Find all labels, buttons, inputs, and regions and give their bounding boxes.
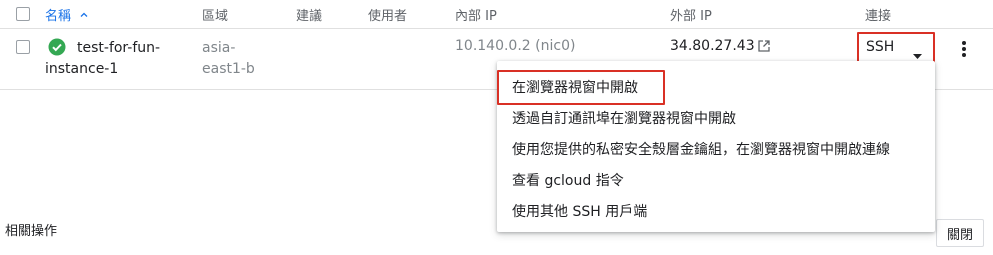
instance-name-link[interactable]: test-for-fun- instance-1 [45, 38, 160, 80]
instance-name-line2: instance-1 [45, 61, 119, 77]
related-actions-label: 相關操作 [5, 224, 58, 239]
menu-item-open-custom-port[interactable]: 透過自訂通訊埠在瀏覽器視窗中開啟 [512, 108, 736, 128]
column-header-name-label: 名稱 [45, 9, 72, 24]
ssh-connect-button[interactable]: SSH [860, 35, 930, 61]
close-button[interactable]: 關閉 [936, 219, 984, 247]
select-all-checkbox[interactable] [16, 7, 30, 21]
menu-item-view-gcloud-command[interactable]: 查看 gcloud 指令 [512, 170, 624, 190]
column-header-internal-ip[interactable]: 內部 IP [455, 5, 497, 24]
header-divider [0, 28, 993, 29]
ssh-button-label: SSH [866, 39, 895, 55]
ssh-options-menu: 在瀏覽器視窗中開啟 透過自訂通訊埠在瀏覽器視窗中開啟 使用您提供的私密安全殼層金… [497, 61, 935, 232]
column-header-recommendation[interactable]: 建議 [296, 5, 322, 24]
instance-name-line1: test-for-fun- [77, 40, 161, 56]
column-header-zone[interactable]: 區域 [202, 5, 228, 24]
more-vert-icon[interactable] [960, 40, 968, 62]
zone-line2: east1-b [202, 61, 255, 77]
menu-item-other-ssh-client[interactable]: 使用其他 SSH 用戶端 [512, 201, 647, 221]
row-select-checkbox[interactable] [16, 40, 30, 54]
menu-item-open-in-browser[interactable]: 在瀏覽器視窗中開啟 [512, 77, 638, 97]
menu-item-open-with-private-key[interactable]: 使用您提供的私密安全殼層金鑰組，在瀏覽器視窗中開啟連線 [512, 139, 890, 159]
zone-line1: asia- [202, 40, 236, 56]
column-header-name[interactable]: 名稱 [45, 5, 89, 24]
external-ip-value: 34.80.27.43 [670, 38, 755, 54]
internal-ip-value: 10.140.0.2 (nic0) [455, 38, 576, 54]
column-header-connect[interactable]: 連接 [865, 5, 891, 24]
column-header-external-ip[interactable]: 外部 IP [670, 5, 712, 24]
zone-value: asia- east1-b [202, 38, 255, 80]
open-in-new-icon[interactable] [757, 38, 771, 57]
column-header-in-use-by[interactable]: 使用者 [368, 5, 407, 24]
arrow-up-icon [79, 9, 89, 24]
